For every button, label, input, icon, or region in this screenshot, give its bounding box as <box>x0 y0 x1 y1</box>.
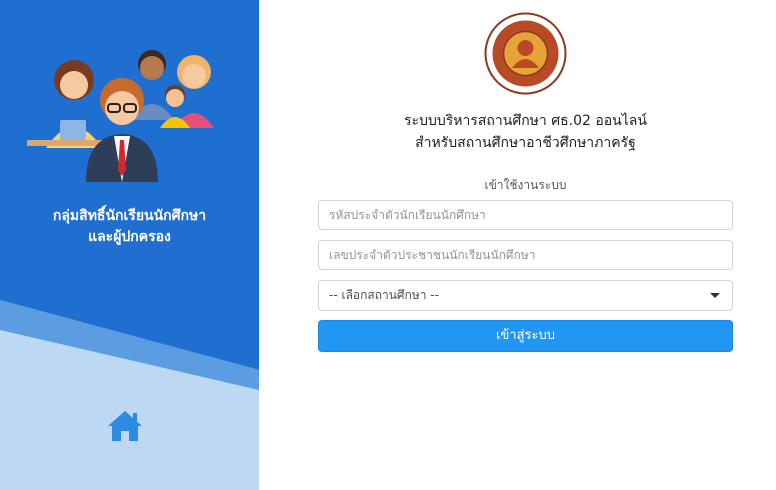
system-title-line1: ระบบบริหารสถานศึกษา ศธ.02 ออนไลน์ <box>404 113 647 129</box>
citizen-id-input[interactable] <box>318 240 733 270</box>
student-id-input[interactable] <box>318 200 733 230</box>
login-label: เข้าใช้งานระบบ <box>484 178 567 192</box>
group-title-line2: และผู้ปกครอง <box>88 229 171 245</box>
vocational-education-emblem <box>484 12 567 95</box>
left-panel: กลุ่มสิทธิ์นักเรียนนักศึกษา และผู้ปกครอง <box>0 0 259 490</box>
system-title: ระบบบริหารสถานศึกษา ศธ.02 ออนไลน์ สำหรับ… <box>318 110 733 154</box>
institution-select-value: -- เลือกสถานศึกษา -- <box>329 288 439 302</box>
home-icon[interactable] <box>106 409 144 443</box>
caret-down-icon <box>710 293 720 298</box>
family-illustration <box>27 50 214 182</box>
group-title: กลุ่มสิทธิ์นักเรียนนักศึกษา และผู้ปกครอง <box>0 206 259 248</box>
group-title-line1: กลุ่มสิทธิ์นักเรียนนักศึกษา <box>52 208 207 224</box>
login-button[interactable]: เข้าสู่ระบบ <box>318 320 733 352</box>
system-title-line2: สำหรับสถานศึกษาอาชีวศึกษาภาครัฐ <box>415 135 636 151</box>
institution-select[interactable]: -- เลือกสถานศึกษา -- <box>318 280 733 311</box>
